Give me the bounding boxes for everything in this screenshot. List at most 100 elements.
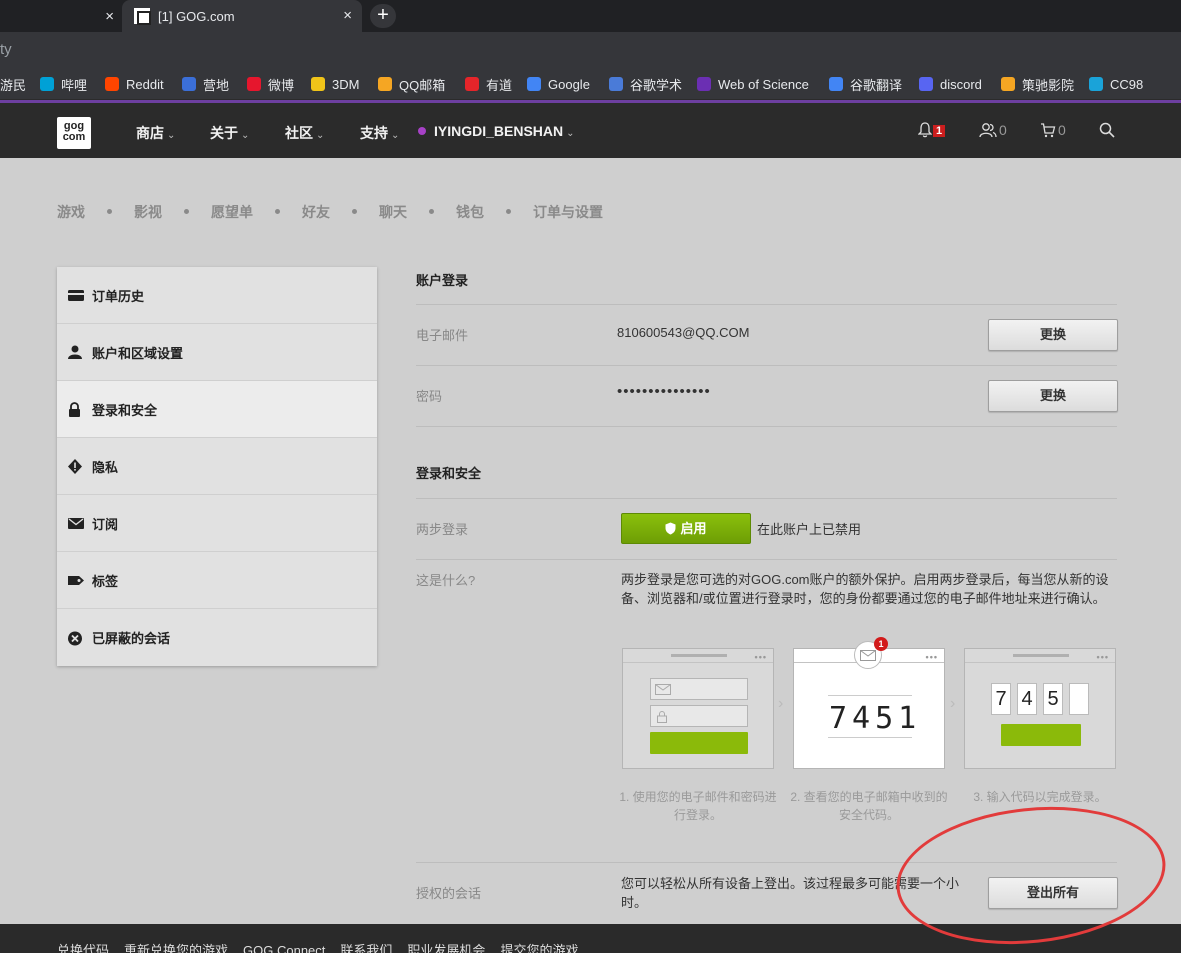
search-button[interactable] [1099,122,1115,141]
chevron-down-icon: ⌄ [391,130,400,141]
bookmark-item[interactable]: QQ邮箱 [378,75,445,93]
sidebar-item-label: 账户和区域设置 [92,345,184,361]
gog-logo[interactable]: gog com [57,117,91,149]
security-code: 7451 [829,701,922,736]
nav-store[interactable]: 商店 ⌄ [136,123,175,143]
cart-button[interactable]: 0 [1040,122,1066,138]
bookmark-favicon-icon [247,77,261,91]
subnav-link[interactable]: 愿望单 [211,204,253,220]
bookmark-label: 营地 [203,77,230,93]
browser-tab-gog[interactable]: [1] GOG.com × [122,0,362,32]
sidebar-item-account-region[interactable]: 账户和区域设置 [57,324,377,381]
bookmark-item[interactable]: Google [527,75,590,93]
bookmark-item[interactable]: 3DM [311,75,359,93]
friends-button[interactable]: 0 [979,122,1007,138]
bookmark-label: 策驰影院 [1022,77,1075,93]
bookmark-item[interactable]: CC98 [1089,75,1143,93]
mail-count-badge: 1 [874,637,888,651]
step3-illustration: ••• 7 4 5 [964,648,1116,769]
footer-link[interactable]: 重新兑换您的游戏 [124,943,228,953]
tab-close-icon[interactable]: × [105,8,114,25]
bookmark-favicon-icon [465,77,479,91]
sidebar-item-tags[interactable]: 标签 [57,552,377,609]
nav-support[interactable]: 支持 ⌄ [360,123,399,143]
tab-close-icon[interactable]: × [343,7,352,24]
bookmark-item[interactable]: 游民 [0,75,26,93]
divider [416,304,1117,305]
sidebar-item-order-history[interactable]: 订单历史 [57,267,377,324]
bookmark-favicon-icon [105,77,119,91]
bookmark-item[interactable]: 有道 [465,75,512,93]
chevron-right-icon: › [950,695,956,712]
sidebar-item-blocked-sessions[interactable]: 已屏蔽的会话 [57,609,377,666]
nav-about-label: 关于 [210,125,238,141]
bookmark-favicon-icon [1089,77,1103,91]
username: IYINGDI_BENSHAN [434,123,564,139]
password-value: ••••••••••••••• [617,383,711,400]
nav-about[interactable]: 关于 ⌄ [210,123,249,143]
notifications-button[interactable]: 1 [917,122,946,138]
credit-card-icon [67,288,85,302]
bookmark-label: 微博 [268,77,295,93]
address-bar[interactable]: ty [0,32,1181,68]
email-value: 810600543@QQ.COM [617,325,750,340]
footer-link[interactable]: 兑换代码 [57,943,109,953]
footer-link[interactable]: 职业发展机会 [407,943,485,953]
two-step-status: 在此账户上已禁用 [757,522,862,537]
confirm-button-illustration [1001,724,1081,746]
bookmark-favicon-icon [1001,77,1015,91]
subnav-link[interactable]: 聊天 [379,204,407,220]
online-status-icon [418,127,426,135]
bookmark-item[interactable]: Reddit [105,75,164,93]
code-digit-box [1069,683,1089,715]
separator-dot [184,209,189,214]
envelope-icon [860,650,876,661]
sidebar-item-privacy[interactable]: 隐私 [57,438,377,495]
address-text: ty [0,41,12,58]
bookmark-item[interactable]: 微博 [247,75,294,93]
bookmark-favicon-icon [378,77,392,91]
bookmark-item[interactable]: 策驰影院 [1001,75,1074,93]
user-icon [67,345,85,359]
bookmark-favicon-icon [829,77,843,91]
step2-illustration: ••• 1 7451 [793,637,945,769]
change-email-button[interactable]: 更换 [988,319,1118,351]
footer-link[interactable]: GOG Connect [243,943,325,953]
bookmark-item[interactable]: 哔哩 [40,75,87,93]
subnav-link[interactable]: 钱包 [456,204,484,220]
window-titlebar: ••• [965,649,1115,663]
subnav-link[interactable]: 游戏 [57,204,85,220]
browser-tab-previous[interactable]: × [0,0,120,32]
footer-link[interactable]: 联系我们 [340,943,392,953]
bookmark-item[interactable]: Web of Science [697,75,809,93]
nav-user-menu[interactable]: IYINGDI_BENSHAN ⌄ [418,123,575,139]
sidebar-item-subscriptions[interactable]: 订阅 [57,495,377,552]
two-step-label: 两步登录 [416,522,469,537]
separator-dot [107,209,112,214]
divider [416,365,1117,366]
lock-icon [67,402,85,417]
chevron-down-icon: ⌄ [316,130,325,141]
enable-two-step-button[interactable]: 启用 [621,513,751,544]
footer-link[interactable]: 提交您的游戏 [500,943,578,953]
search-icon [1099,122,1115,138]
cart-count: 0 [1058,122,1066,138]
enable-button-label: 启用 [680,521,707,536]
bookmark-item[interactable]: discord [919,75,982,93]
envelope-icon [655,684,671,695]
subnav-link[interactable]: 影视 [134,204,162,220]
new-tab-button[interactable]: + [370,4,396,28]
sidebar-item-label: 标签 [92,573,119,589]
nav-community-label: 社区 [285,125,313,141]
bookmark-item[interactable]: 营地 [182,75,229,93]
change-password-button[interactable]: 更换 [988,380,1118,412]
bookmark-item[interactable]: 谷歌学术 [609,75,682,93]
sidebar-item-login-security[interactable]: 登录和安全 [57,381,377,438]
subnav-link[interactable]: 订单与设置 [533,204,603,220]
nav-support-label: 支持 [360,125,388,141]
sidebar-item-label: 已屏蔽的会话 [92,631,171,646]
nav-community[interactable]: 社区 ⌄ [285,123,324,143]
mail-notification: 1 [854,637,888,669]
subnav-link[interactable]: 好友 [302,204,330,220]
bookmark-item[interactable]: 谷歌翻译 [829,75,902,93]
